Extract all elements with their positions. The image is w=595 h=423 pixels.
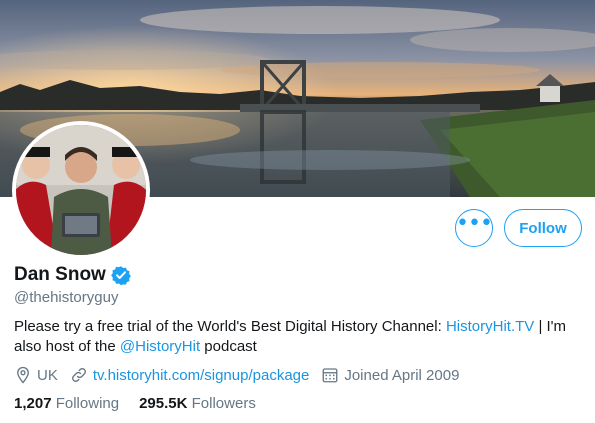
location-pin-icon (17, 366, 29, 384)
profile-page: ••• Follow Dan Snow @thehistoryguy Pleas… (0, 0, 595, 423)
more-options-icon: ••• (456, 211, 493, 236)
verified-badge-icon (110, 266, 131, 285)
follow-stats: 1,207 Following 295.5K Followers (14, 395, 276, 412)
more-options-button[interactable]: ••• (455, 209, 493, 247)
bio: Please try a free trial of the World's B… (14, 317, 584, 357)
location-text: UK (37, 366, 58, 384)
website-link[interactable]: tv.historyhit.com/signup/package (93, 367, 310, 384)
following-stat[interactable]: 1,207 Following (14, 395, 119, 412)
location: UK (14, 366, 58, 384)
avatar-image (16, 125, 146, 255)
avatar[interactable] (12, 121, 150, 259)
display-name: Dan Snow (14, 264, 106, 285)
name-row: Dan Snow (14, 264, 131, 286)
calendar-icon (322, 368, 338, 383)
handle: @thehistoryguy (14, 289, 119, 306)
bio-link-historyhit-tv[interactable]: HistoryHit.TV (446, 318, 534, 335)
bio-text-3: podcast (200, 338, 257, 355)
join-date-text: Joined April 2009 (344, 366, 460, 384)
link-icon (71, 368, 86, 382)
followers-stat[interactable]: 295.5K Followers (139, 395, 256, 412)
join-date: Joined April 2009 (321, 366, 459, 384)
followers-label: Followers (191, 395, 256, 412)
bio-text-1: Please try a free trial of the World's B… (14, 318, 446, 335)
follow-button[interactable]: Follow (504, 209, 582, 247)
following-count: 1,207 (14, 395, 52, 412)
followers-count: 295.5K (139, 395, 188, 412)
website: tv.historyhit.com/signup/package (70, 366, 310, 384)
profile-meta: UK tv.historyhit.com/signup/package Join… (14, 366, 471, 384)
following-label: Following (55, 395, 120, 412)
bio-mention-historyhit[interactable]: @HistoryHit (120, 338, 200, 355)
